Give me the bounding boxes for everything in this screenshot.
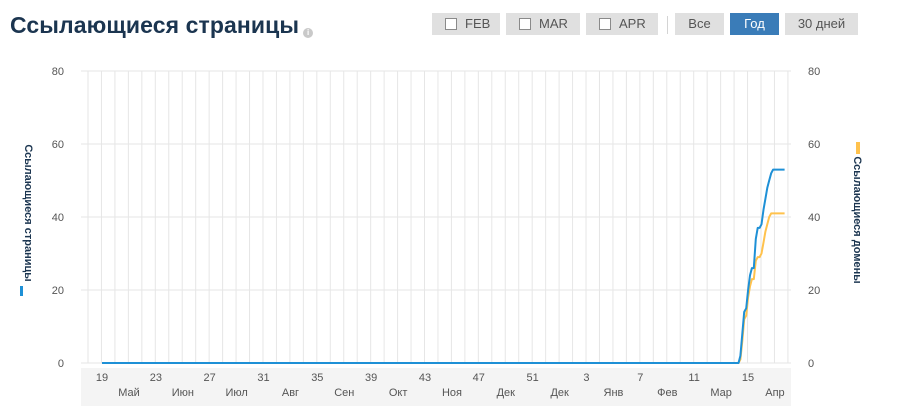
x-week-tick-label: 23 — [150, 372, 162, 384]
y-tick-label-left: 60 — [52, 139, 64, 151]
x-month-tick-label: Июн — [172, 387, 194, 399]
domains-legend-marker — [856, 142, 860, 154]
y-tick-label-right: 20 — [808, 285, 820, 297]
pages-series-line — [102, 168, 785, 364]
domains-series-line — [102, 212, 785, 364]
x-month-tick-label: Мар — [710, 387, 732, 399]
referring-pages-chart: 0 0 20 20 40 40 60 60 80 80 19 23 27 31 35 39 43 47 51 3 7 11… — [20, 66, 863, 406]
x-week-tick-label: 7 — [637, 372, 643, 384]
y-tick-label-right: 40 — [808, 212, 820, 224]
x-month-tick-label: Июл — [225, 387, 247, 399]
x-week-tick-label: 19 — [96, 372, 108, 384]
x-week-tick-label: 39 — [365, 372, 377, 384]
y-tick-label-right: 0 — [808, 358, 814, 370]
x-week-tick-label: 27 — [204, 372, 216, 384]
x-week-tick-label: 51 — [527, 372, 539, 384]
y-tick-label-right: 80 — [808, 66, 820, 78]
x-week-tick-label: 31 — [257, 372, 269, 384]
x-month-tick-label: Ноя — [442, 387, 462, 399]
y-tick-label-left: 80 — [52, 66, 64, 78]
x-week-tick-label: 35 — [311, 372, 323, 384]
y-tick-label-left: 20 — [52, 285, 64, 297]
y-tick-label-left: 0 — [58, 358, 64, 370]
x-month-tick-label: Янв — [604, 387, 624, 399]
pages-legend-marker — [20, 286, 23, 296]
right-axis-title: Ссылающиеся домены — [851, 156, 863, 283]
x-month-tick-label: Авг — [282, 387, 299, 399]
x-month-tick-label: Дек — [497, 387, 516, 399]
x-week-tick-label: 15 — [742, 372, 754, 384]
x-month-tick-label: Окт — [389, 387, 408, 399]
x-week-tick-label: 47 — [473, 372, 485, 384]
x-month-tick-label: Дек — [550, 387, 569, 399]
y-tick-label-right: 60 — [808, 139, 820, 151]
x-month-tick-label: Апр — [765, 387, 784, 399]
y-tick-label-left: 40 — [52, 212, 64, 224]
x-month-tick-label: Май — [118, 387, 140, 399]
x-week-tick-label: 11 — [688, 372, 699, 384]
x-week-tick-label: 3 — [583, 372, 589, 384]
left-axis-title: Ссылающиеся страницы — [22, 144, 34, 281]
x-month-tick-label: Фев — [657, 387, 677, 399]
x-month-tick-label: Сен — [334, 387, 354, 399]
x-week-tick-label: 43 — [419, 372, 431, 384]
